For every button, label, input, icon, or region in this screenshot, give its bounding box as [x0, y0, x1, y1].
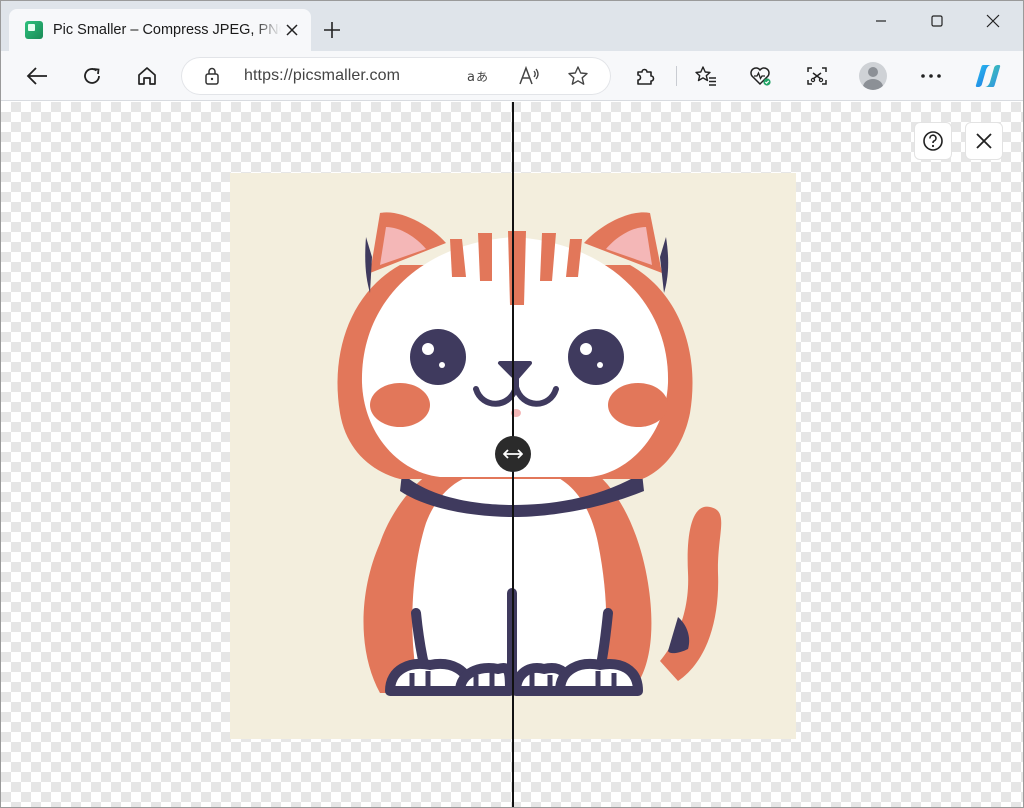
back-arrow-icon[interactable]: [22, 61, 52, 91]
lock-icon[interactable]: [203, 66, 221, 91]
screenshot-icon[interactable]: [802, 61, 832, 91]
tab-active[interactable]: Pic Smaller – Compress JPEG, PNG: [9, 9, 311, 51]
url-text[interactable]: https://picsmaller.com: [244, 67, 400, 85]
favorites-icon[interactable]: [691, 61, 721, 91]
address-bar[interactable]: https://picsmaller.com aあ: [181, 57, 611, 95]
tab-strip: Pic Smaller – Compress JPEG, PNG: [1, 1, 1023, 51]
browser-essentials-icon[interactable]: [746, 61, 776, 91]
more-icon[interactable]: [916, 61, 946, 91]
home-icon[interactable]: [132, 61, 162, 91]
copilot-icon[interactable]: [973, 61, 1003, 91]
maximize-icon[interactable]: [917, 9, 957, 33]
minimize-icon[interactable]: [861, 9, 901, 33]
new-tab-plus-icon[interactable]: [321, 19, 343, 41]
window-close-icon[interactable]: [973, 9, 1013, 33]
translate-icon[interactable]: aあ: [465, 63, 491, 89]
read-aloud-icon[interactable]: [516, 63, 542, 89]
picsmaller-favicon-icon: [25, 21, 43, 39]
help-icon[interactable]: [914, 122, 952, 160]
svg-text:あ: あ: [476, 70, 488, 84]
image-comparison-viewer[interactable]: [1, 102, 1023, 807]
star-icon[interactable]: [565, 63, 591, 89]
horizontal-arrows-icon[interactable]: [495, 436, 531, 472]
browser-toolbar: https://picsmaller.com aあ: [1, 51, 1023, 101]
avatar[interactable]: [859, 62, 887, 90]
close-icon[interactable]: [965, 122, 1003, 160]
puzzle-icon[interactable]: [630, 61, 660, 91]
browser-window: Pic Smaller – Compress JPEG, PNG https:/…: [0, 0, 1024, 808]
svg-text:a: a: [467, 70, 475, 85]
refresh-icon[interactable]: [77, 61, 107, 91]
toolbar-separator: [676, 66, 677, 86]
tab-close-icon[interactable]: [281, 19, 303, 41]
tab-title: Pic Smaller – Compress JPEG, PNG: [53, 22, 282, 38]
